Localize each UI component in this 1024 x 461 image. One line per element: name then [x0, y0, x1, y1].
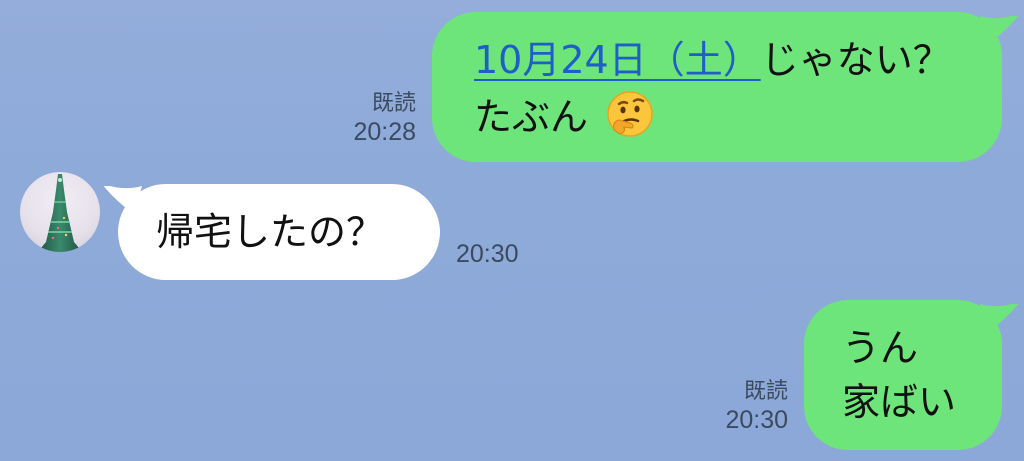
message-meta: 既読 20:28 [353, 90, 416, 148]
message-text: 帰宅したの？ [156, 210, 385, 254]
outgoing-message-bubble[interactable]: 10月24日（土）じゃない？ たぶん [432, 12, 1019, 162]
tower-avatar-icon [37, 174, 83, 252]
date-link[interactable]: 10月24日（土） [474, 38, 761, 82]
avatar[interactable] [20, 172, 100, 252]
message-meta: 既読 20:30 [725, 378, 788, 436]
bubble-tail [980, 16, 1019, 44]
read-receipt: 既読 [371, 90, 416, 115]
message-line: 10月24日（土）じゃない？ [474, 36, 972, 84]
bubble-tail [980, 304, 1019, 332]
timestamp: 20:28 [353, 118, 416, 146]
message-text: うん [842, 326, 919, 370]
timestamp: 20:30 [456, 240, 519, 268]
message-text: じゃない？ [760, 38, 951, 82]
timestamp: 20:30 [725, 406, 788, 434]
bubble-tail [103, 186, 142, 214]
thinking-face-icon [606, 90, 654, 149]
message-text: 家ばい [842, 380, 957, 424]
message-text: たぶん [474, 95, 589, 139]
read-receipt: 既読 [743, 378, 788, 403]
chat-area: 10月24日（土）じゃない？ たぶん 既読 20:28 帰宅したの？ 20:30… [0, 0, 1024, 461]
outgoing-message-bubble[interactable]: うん 家ばい [804, 300, 1019, 450]
incoming-message-bubble[interactable]: 帰宅したの？ [103, 184, 440, 280]
message-line: たぶん [474, 90, 972, 149]
